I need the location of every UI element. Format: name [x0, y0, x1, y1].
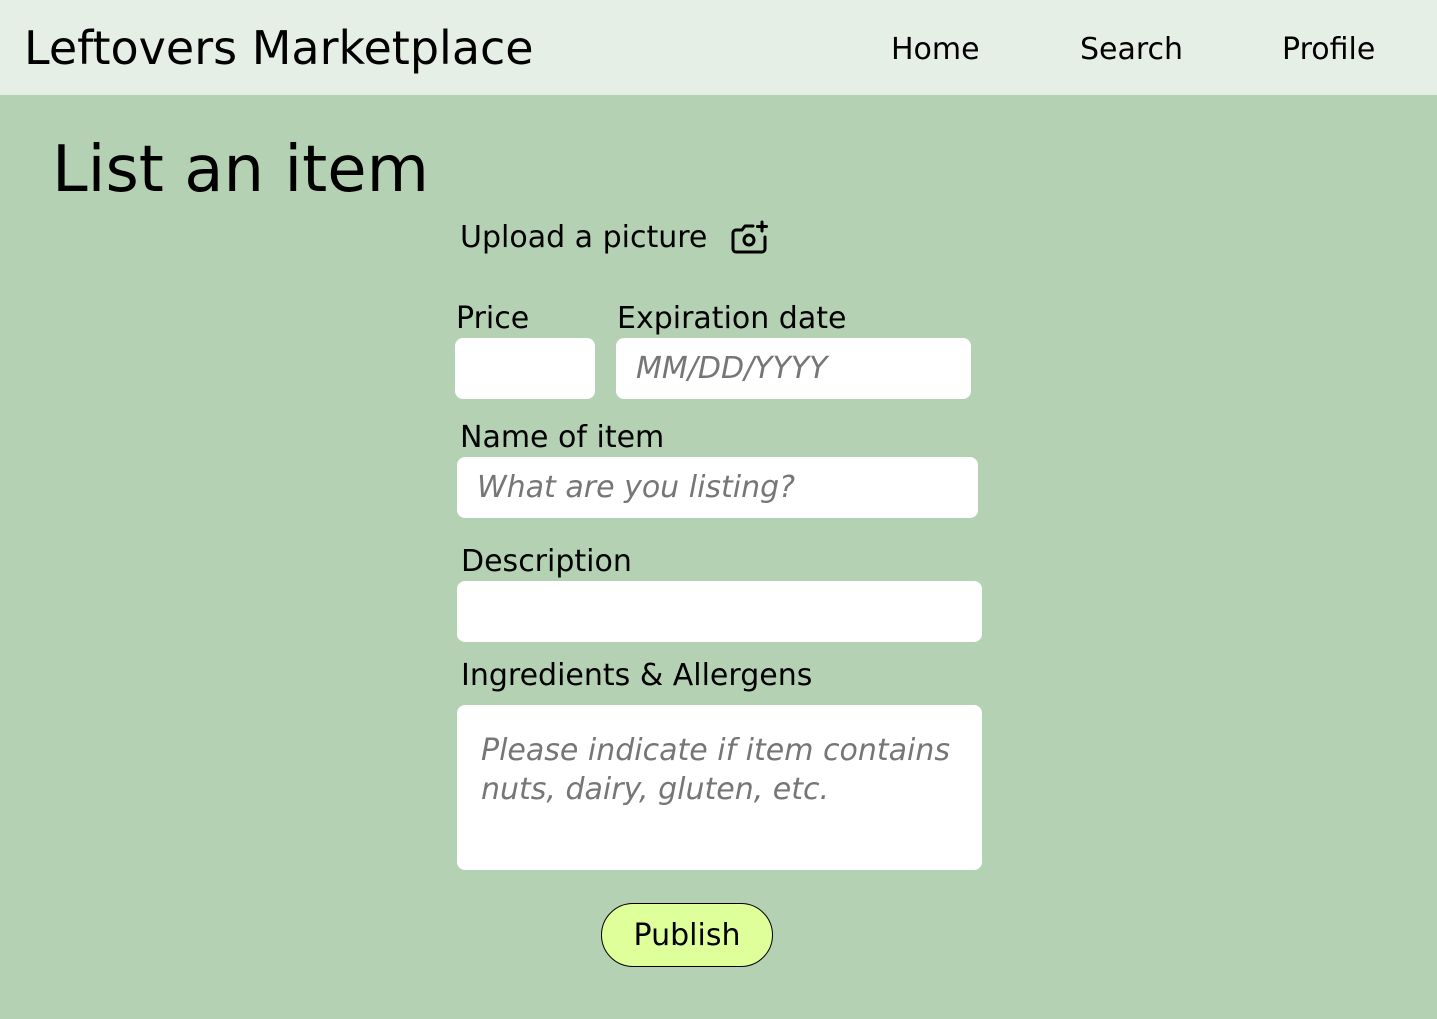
nav-search-link[interactable]: Search	[1080, 30, 1183, 70]
expiration-date-input[interactable]	[616, 338, 971, 399]
description-label: Description	[461, 544, 632, 579]
upload-picture-button[interactable]: Upload a picture	[460, 218, 769, 258]
nav-home-link[interactable]: Home	[891, 30, 980, 70]
item-name-label: Name of item	[460, 420, 665, 455]
price-label: Price	[456, 301, 530, 336]
nav-profile-link[interactable]: Profile	[1282, 30, 1375, 70]
ingredients-allergens-textarea[interactable]	[457, 705, 982, 870]
expiration-date-label: Expiration date	[617, 301, 847, 336]
top-nav-bar: Leftovers Marketplace Home Search Profil…	[0, 0, 1437, 95]
app-title[interactable]: Leftovers Marketplace	[24, 18, 534, 78]
item-name-input[interactable]	[457, 457, 978, 518]
ingredients-allergens-label: Ingredients & Allergens	[461, 658, 813, 693]
publish-button[interactable]: Publish	[601, 903, 773, 967]
description-input[interactable]	[457, 581, 982, 642]
price-input[interactable]	[455, 338, 595, 399]
page-title: List an item	[52, 133, 429, 207]
upload-picture-label: Upload a picture	[460, 220, 708, 255]
camera-plus-icon[interactable]	[731, 220, 769, 256]
